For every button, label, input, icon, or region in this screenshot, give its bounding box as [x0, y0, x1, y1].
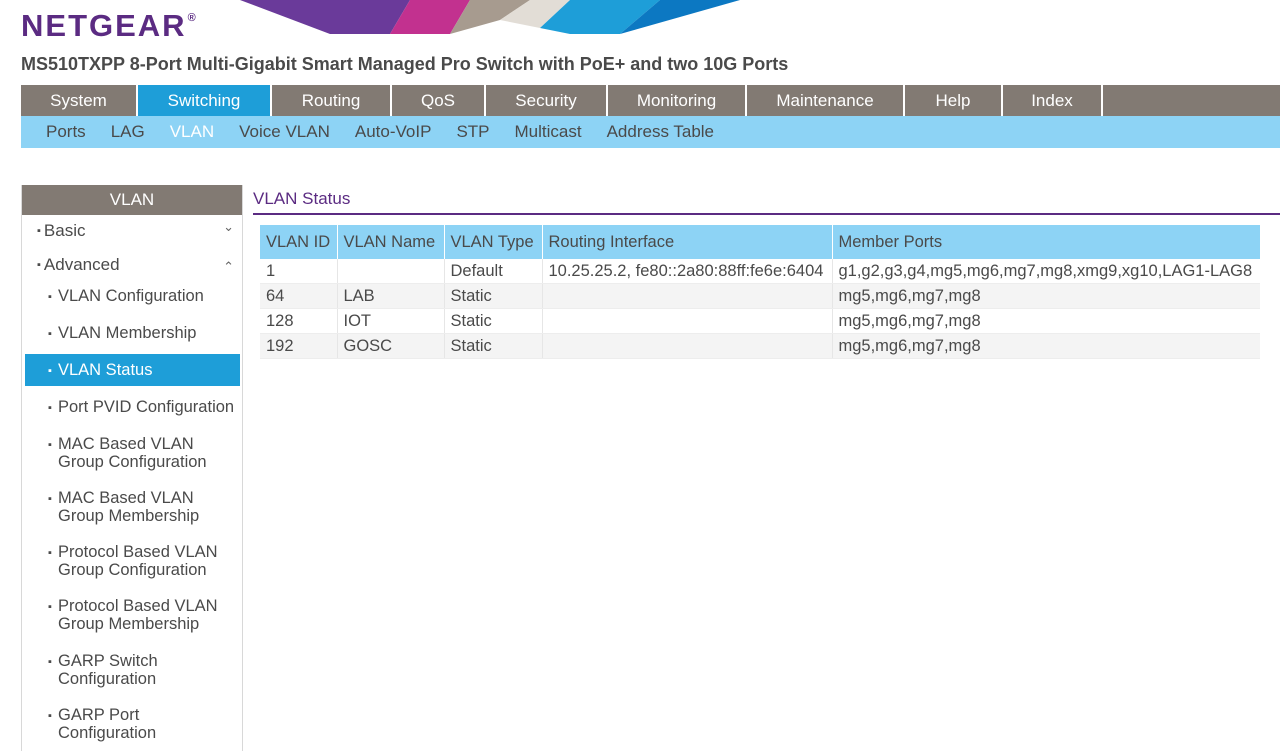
- tab-security[interactable]: Security: [486, 85, 608, 116]
- bullet-icon: ▪: [48, 328, 52, 340]
- sidebar-item-vlan-status[interactable]: ▪ VLAN Status: [25, 354, 240, 386]
- logo-text: NETGEAR: [21, 8, 187, 43]
- sub-nav: Ports LAG VLAN Voice VLAN Auto-VoIP STP …: [21, 116, 1280, 148]
- sidebar-item-mac-vlan-group-membership[interactable]: ▪ MAC Based VLAN Group Membership: [25, 489, 220, 525]
- header-banner-graphic: [240, 0, 740, 34]
- cell-member-ports: g1,g2,g3,g4,mg5,mg6,mg7,mg8,xmg9,xg10,LA…: [832, 259, 1260, 284]
- sidebar-item-garp-port-configuration[interactable]: ▪ GARP Port Configuration: [25, 706, 185, 742]
- bullet-icon: ▪: [48, 291, 52, 303]
- column-header-vlan-type[interactable]: VLAN Type: [444, 225, 543, 259]
- cell-vlan-type: Static: [444, 333, 543, 359]
- sidebar-item-label: Protocol Based VLAN Group Configuration: [58, 543, 218, 579]
- netgear-logo: NETGEAR®: [21, 8, 196, 44]
- cell-vlan-id: 192: [260, 333, 338, 359]
- tab-maintenance[interactable]: Maintenance: [747, 85, 905, 116]
- table-header-row: VLAN ID VLAN Name VLAN Type Routing Inte…: [260, 225, 1260, 259]
- table-row[interactable]: 128 IOT Static mg5,mg6,mg7,mg8: [260, 308, 1260, 334]
- cell-vlan-type: Static: [444, 308, 543, 334]
- sidebar-item-label: GARP Switch Configuration: [58, 652, 158, 688]
- subtab-auto-voip[interactable]: Auto-VoIP: [355, 122, 432, 142]
- sidebar-item-mac-vlan-group-configuration[interactable]: ▪ MAC Based VLAN Group Configuration: [25, 435, 220, 471]
- table-row[interactable]: 1 Default 10.25.25.2, fe80::2a80:88ff:fe…: [260, 259, 1260, 284]
- sidebar-group-label: Advanced: [43, 255, 120, 274]
- subtab-vlan[interactable]: VLAN: [170, 122, 214, 142]
- bullet-icon: ▪: [48, 710, 52, 722]
- sidebar-item-label: VLAN Status: [58, 361, 153, 379]
- subtab-stp[interactable]: STP: [456, 122, 489, 142]
- bullet-icon: ▪: [48, 439, 52, 451]
- sidebar-item-label: MAC Based VLAN Group Membership: [58, 489, 200, 525]
- sidebar-item-label: VLAN Membership: [58, 324, 197, 342]
- bullet-icon: ▪: [48, 402, 52, 414]
- subtab-ports[interactable]: Ports: [46, 122, 86, 142]
- cell-vlan-id: 128: [260, 308, 338, 334]
- bullet-icon: ▪: [37, 259, 41, 271]
- sidebar-item-label: MAC Based VLAN Group Configuration: [58, 435, 207, 471]
- tab-switching[interactable]: Switching: [138, 85, 272, 116]
- bullet-icon: ▪: [37, 225, 41, 237]
- sidebar-item-label: Port PVID Configuration: [58, 398, 235, 416]
- tab-index[interactable]: Index: [1003, 85, 1103, 116]
- bullet-icon: ▪: [48, 365, 52, 377]
- tab-monitoring[interactable]: Monitoring: [608, 85, 747, 116]
- cell-vlan-id: 1: [260, 259, 338, 284]
- sidebar-item-label: VLAN Configuration: [58, 287, 204, 305]
- sidebar-group-advanced[interactable]: ▪ Advanced ⌃: [22, 255, 242, 285]
- subtab-multicast[interactable]: Multicast: [515, 122, 582, 142]
- tab-qos[interactable]: QoS: [392, 85, 486, 116]
- table-row[interactable]: 192 GOSC Static mg5,mg6,mg7,mg8: [260, 333, 1260, 359]
- tab-routing[interactable]: Routing: [272, 85, 392, 116]
- chevron-down-icon[interactable]: ⌄: [223, 219, 234, 235]
- cell-member-ports: mg5,mg6,mg7,mg8: [832, 308, 1260, 334]
- sidebar-item-port-pvid-configuration[interactable]: ▪ Port PVID Configuration: [25, 398, 240, 422]
- sidebar-item-label: GARP Port Configuration: [58, 706, 157, 742]
- column-header-routing-interface[interactable]: Routing Interface: [542, 225, 833, 259]
- sidebar-group-label: Basic: [43, 221, 86, 240]
- column-header-vlan-name[interactable]: VLAN Name: [337, 225, 445, 259]
- chevron-up-icon[interactable]: ⌃: [223, 259, 234, 275]
- cell-vlan-name: LAB: [337, 283, 445, 309]
- sidebar-item-protocol-vlan-group-configuration[interactable]: ▪ Protocol Based VLAN Group Configuration: [25, 543, 235, 579]
- product-title: MS510TXPP 8-Port Multi-Gigabit Smart Man…: [21, 54, 789, 74]
- main-nav: System Switching Routing QoS Security Mo…: [21, 85, 1280, 116]
- cell-vlan-type: Default: [444, 259, 543, 284]
- cell-vlan-name: IOT: [337, 308, 445, 334]
- sidebar: VLAN ▪ Basic ⌄ ▪ Advanced ⌃ ▪ VLAN Configur…: [21, 185, 243, 751]
- vlan-status-table: VLAN ID VLAN Name VLAN Type Routing Inte…: [260, 225, 1260, 359]
- cell-vlan-id: 64: [260, 283, 338, 309]
- bullet-icon: ▪: [48, 493, 52, 505]
- content-divider: [253, 213, 1280, 215]
- sidebar-item-protocol-vlan-group-membership[interactable]: ▪ Protocol Based VLAN Group Membership: [25, 597, 235, 633]
- bullet-icon: ▪: [48, 656, 52, 668]
- tab-system[interactable]: System: [21, 85, 138, 116]
- table-row[interactable]: 64 LAB Static mg5,mg6,mg7,mg8: [260, 283, 1260, 309]
- cell-vlan-name: GOSC: [337, 333, 445, 359]
- sidebar-group-basic[interactable]: ▪ Basic ⌄: [22, 219, 242, 251]
- registered-mark: ®: [187, 12, 196, 24]
- cell-routing-interface: [542, 308, 833, 334]
- subtab-lag[interactable]: LAG: [111, 122, 145, 142]
- cell-vlan-type: Static: [444, 283, 543, 309]
- bullet-icon: ▪: [48, 547, 52, 559]
- subtab-address-table[interactable]: Address Table: [607, 122, 714, 142]
- bullet-icon: ▪: [48, 601, 52, 613]
- cell-member-ports: mg5,mg6,mg7,mg8: [832, 283, 1260, 309]
- sidebar-title: VLAN: [22, 185, 242, 215]
- column-header-vlan-id[interactable]: VLAN ID: [260, 225, 338, 259]
- cell-routing-interface: 10.25.25.2, fe80::2a80:88ff:fe6e:6404: [542, 259, 833, 284]
- column-header-member-ports[interactable]: Member Ports: [832, 225, 1260, 259]
- cell-vlan-name: [337, 259, 445, 284]
- cell-routing-interface: [542, 283, 833, 309]
- sidebar-item-vlan-configuration[interactable]: ▪ VLAN Configuration: [25, 287, 240, 311]
- tab-help[interactable]: Help: [905, 85, 1003, 116]
- sidebar-item-label: Protocol Based VLAN Group Membership: [58, 597, 218, 633]
- sidebar-item-vlan-membership[interactable]: ▪ VLAN Membership: [25, 324, 240, 348]
- cell-member-ports: mg5,mg6,mg7,mg8: [832, 333, 1260, 359]
- sidebar-item-garp-switch-configuration[interactable]: ▪ GARP Switch Configuration: [25, 652, 185, 688]
- content-tab-vlan-status[interactable]: VLAN Status: [253, 189, 350, 209]
- cell-routing-interface: [542, 333, 833, 359]
- subtab-voice-vlan[interactable]: Voice VLAN: [239, 122, 330, 142]
